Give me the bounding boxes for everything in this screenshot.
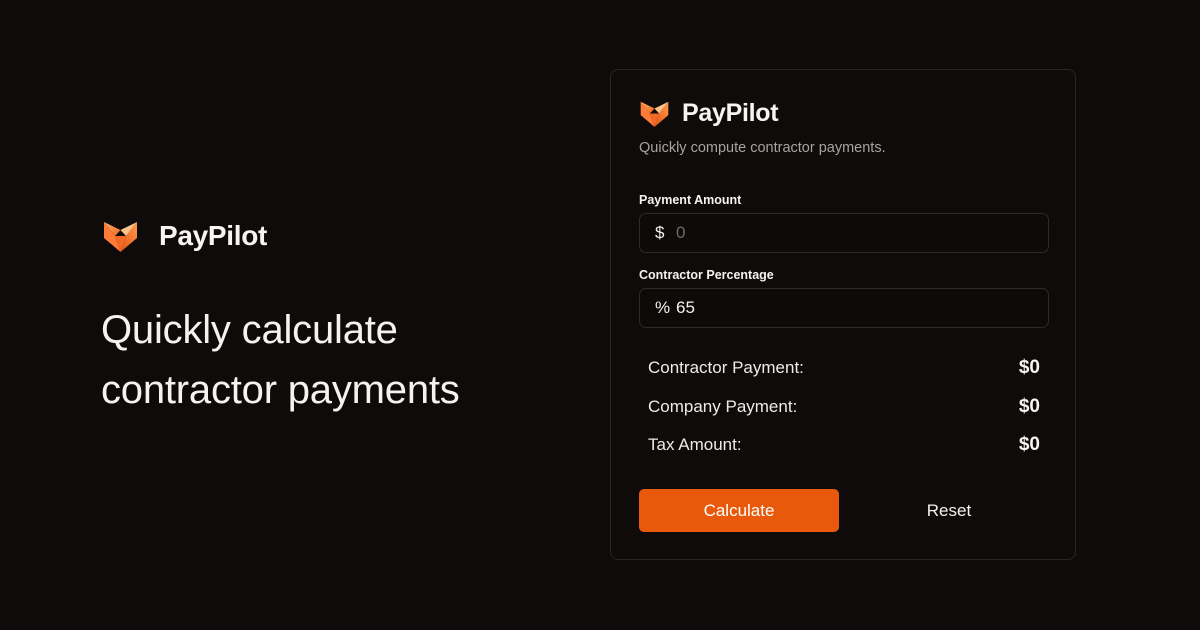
result-value: $0 bbox=[1018, 357, 1040, 378]
payment-amount-input[interactable] bbox=[676, 223, 1036, 243]
percent-prefix: % bbox=[655, 298, 671, 317]
result-label: Tax Amount: bbox=[648, 435, 742, 454]
contractor-percentage-field[interactable]: % bbox=[639, 288, 1049, 328]
result-row-contractor-payment: Contractor Payment: $0 bbox=[648, 357, 1040, 379]
calculator-card: PayPilot Quickly compute contractor paym… bbox=[610, 69, 1076, 560]
calculate-button[interactable]: Calculate bbox=[639, 489, 839, 532]
hero-headline-line1: Quickly calculate bbox=[101, 308, 398, 352]
reset-button[interactable]: Reset bbox=[849, 489, 1049, 532]
hero-headline-line2: contractor payments bbox=[101, 368, 460, 412]
contractor-percentage-label: Contractor Percentage bbox=[639, 268, 774, 282]
result-row-company-payment: Company Payment: $0 bbox=[648, 396, 1040, 418]
hero-headline: Quickly calculate contractor payments bbox=[101, 300, 561, 420]
contractor-percentage-input[interactable] bbox=[676, 298, 1036, 318]
card-brand: PayPilot bbox=[639, 98, 779, 129]
result-label: Company Payment: bbox=[648, 397, 798, 416]
result-label: Contractor Payment: bbox=[648, 358, 804, 377]
payment-amount-label: Payment Amount bbox=[639, 193, 742, 207]
result-value: $0 bbox=[1018, 434, 1040, 455]
dollar-prefix: $ bbox=[655, 223, 665, 242]
result-value: $0 bbox=[1018, 396, 1040, 417]
card-title: PayPilot bbox=[682, 99, 779, 127]
result-row-tax-amount: Tax Amount: $0 bbox=[648, 434, 1040, 456]
payment-amount-field[interactable]: $ bbox=[639, 213, 1049, 253]
card-subtitle: Quickly compute contractor payments. bbox=[639, 140, 886, 156]
fox-fold-logo-icon bbox=[104, 222, 137, 252]
hero-brand: PayPilot bbox=[102, 218, 267, 254]
page: PayPilot Quickly calculate contractor pa… bbox=[0, 0, 1200, 630]
fox-fold-logo-icon bbox=[640, 101, 669, 127]
hero-brand-name: PayPilot bbox=[159, 220, 268, 251]
